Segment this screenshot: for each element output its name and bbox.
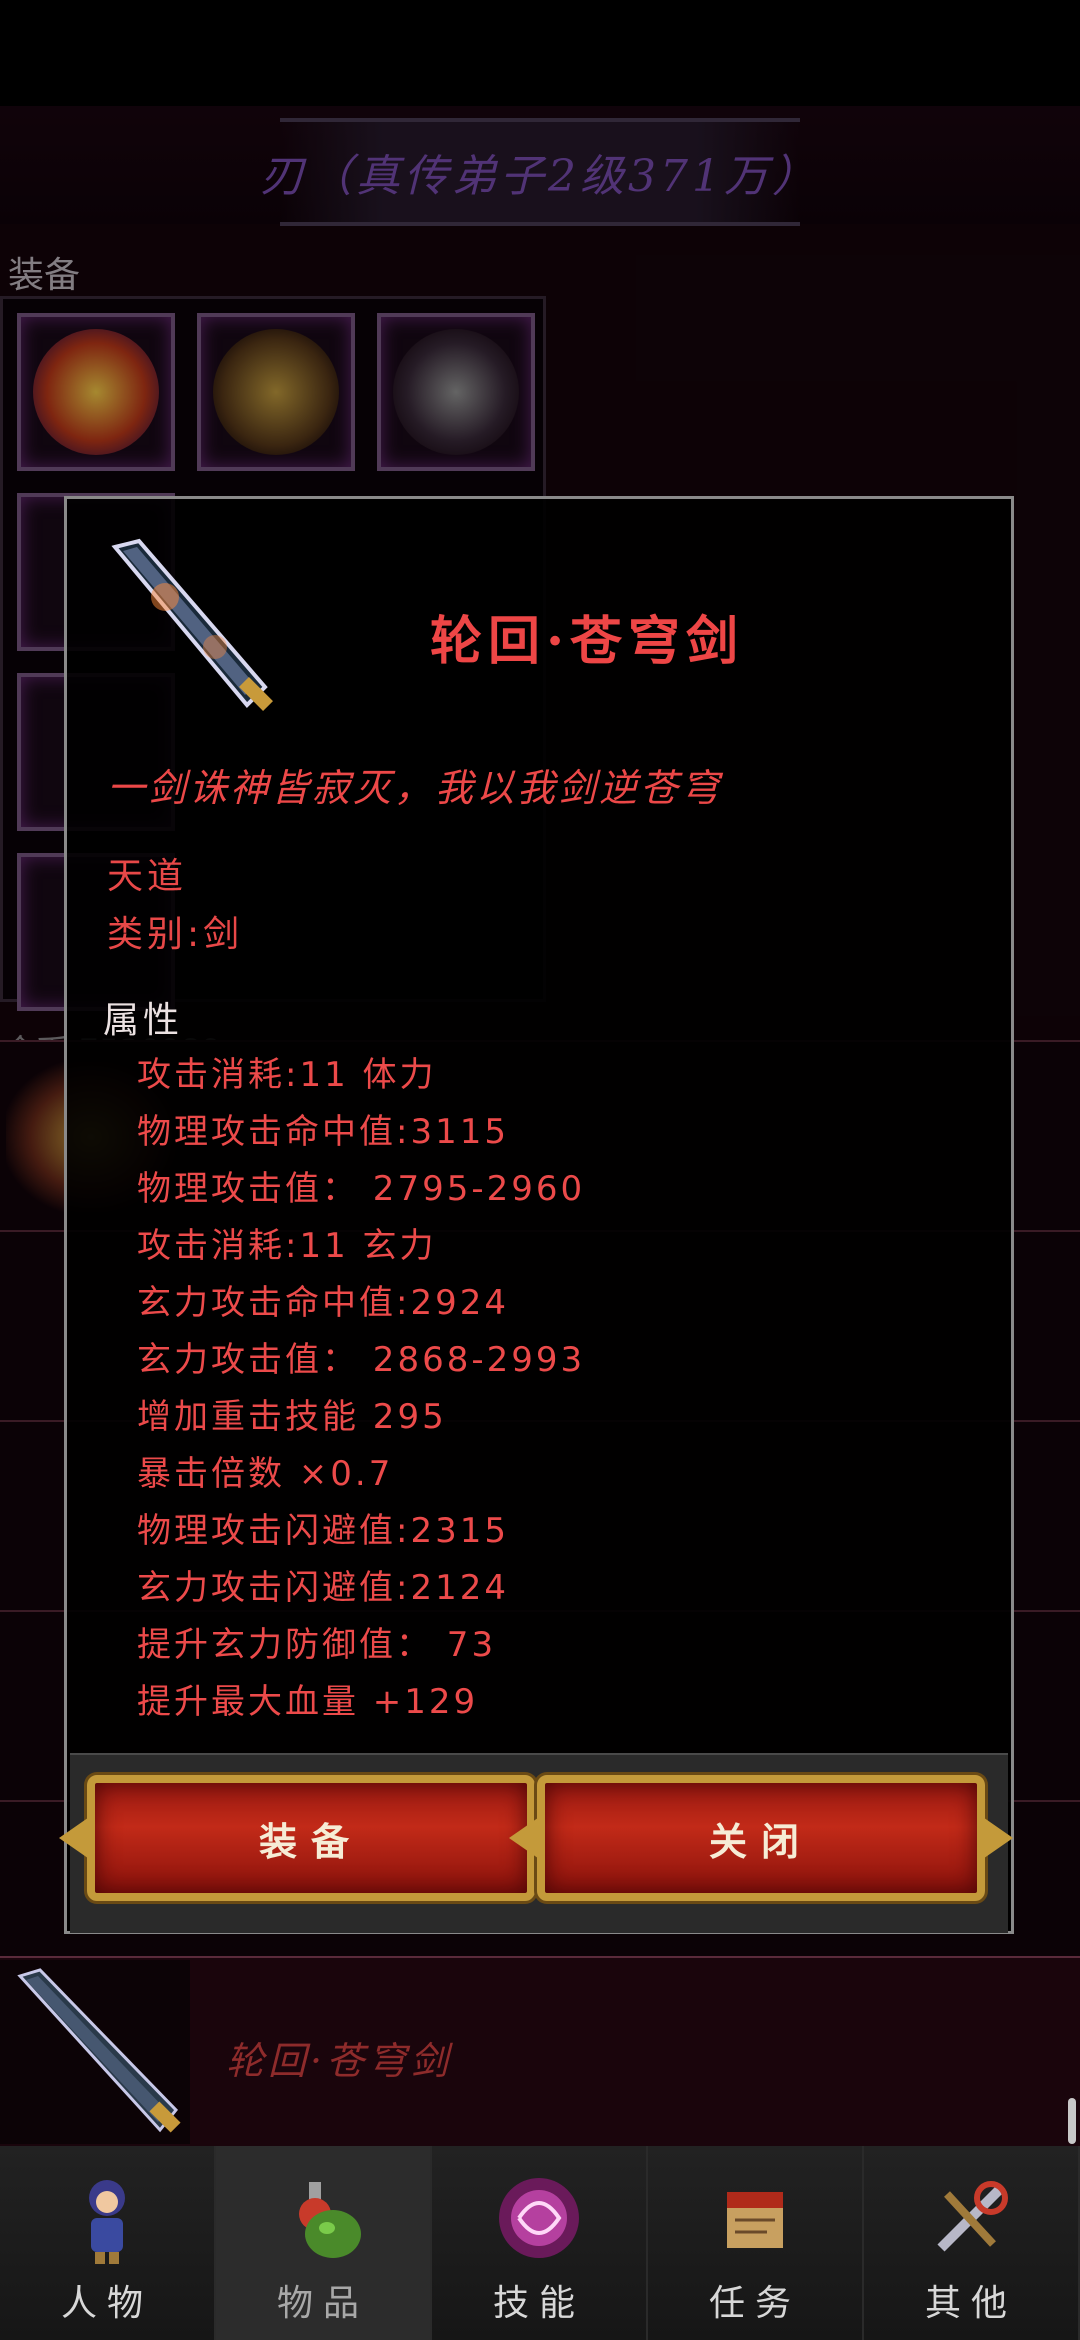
- character-icon: [57, 2168, 157, 2268]
- tab-quests[interactable]: 任务: [648, 2146, 864, 2340]
- item-flavor-text: 一剑诛神皆寂灭，我以我剑逆苍穹: [107, 766, 723, 810]
- tab-label: 任务: [708, 2283, 801, 2324]
- stat-line: 玄力攻击闪避值:2124: [137, 1568, 509, 1608]
- quest-scroll-icon: [705, 2168, 805, 2268]
- bottom-nav: 人物 物品 技能 任务 其他: [0, 2146, 1080, 2340]
- scrollbar[interactable]: [1068, 2098, 1076, 2144]
- item-category: 类别:剑: [107, 914, 244, 955]
- status-bar-area: [0, 0, 1080, 106]
- stat-line: 提升最大血量 +129: [137, 1682, 479, 1722]
- tab-label: 人物: [60, 2283, 153, 2324]
- potion-bag-icon: [273, 2168, 373, 2268]
- tools-icon: [921, 2168, 1021, 2268]
- stat-line: 物理攻击命中值:3115: [137, 1112, 509, 1152]
- stat-line: 攻击消耗:11 玄力: [137, 1226, 437, 1266]
- tab-label: 技能: [492, 2283, 585, 2324]
- tab-label: 物品: [276, 2283, 369, 2324]
- stat-line: 增加重击技能 295: [137, 1397, 447, 1437]
- tab-label: 其他: [924, 2283, 1017, 2324]
- stat-line: 玄力攻击命中值:2924: [137, 1283, 509, 1323]
- equip-button[interactable]: 装备: [87, 1775, 535, 1901]
- tab-character[interactable]: 人物: [0, 2146, 216, 2340]
- stat-line: 物理攻击闪避值:2315: [137, 1511, 509, 1551]
- stats-list: 攻击消耗:11 体力 物理攻击命中值:3115 物理攻击值： 2795-2960…: [137, 1047, 585, 1731]
- tab-items[interactable]: 物品: [216, 2146, 432, 2340]
- stat-line: 攻击消耗:11 体力: [137, 1055, 437, 1095]
- attributes-heading: 属性: [103, 1000, 184, 1041]
- stat-line: 暴击倍数 ×0.7: [137, 1454, 394, 1494]
- stat-line: 物理攻击值： 2795-2960: [137, 1169, 586, 1209]
- sword-icon: [0, 1960, 190, 2144]
- item-name: 轮回·苍穹剑: [429, 611, 745, 672]
- tab-other[interactable]: 其他: [864, 2146, 1080, 2340]
- item-grade: 天道: [107, 856, 188, 897]
- tab-skills[interactable]: 技能: [432, 2146, 648, 2340]
- skill-orb-icon: [489, 2168, 589, 2268]
- selected-item-name: 轮回·苍穹剑: [226, 2039, 453, 2083]
- stat-line: 提升玄力防御值： 73: [137, 1625, 497, 1665]
- stat-line: 玄力攻击值： 2868-2993: [137, 1340, 586, 1380]
- item-tooltip: 轮回·苍穹剑 一剑诛神皆寂灭，我以我剑逆苍穹 天道 类别:剑 属性 攻击消耗:1…: [64, 496, 1014, 1934]
- close-button[interactable]: 关闭: [537, 1775, 985, 1901]
